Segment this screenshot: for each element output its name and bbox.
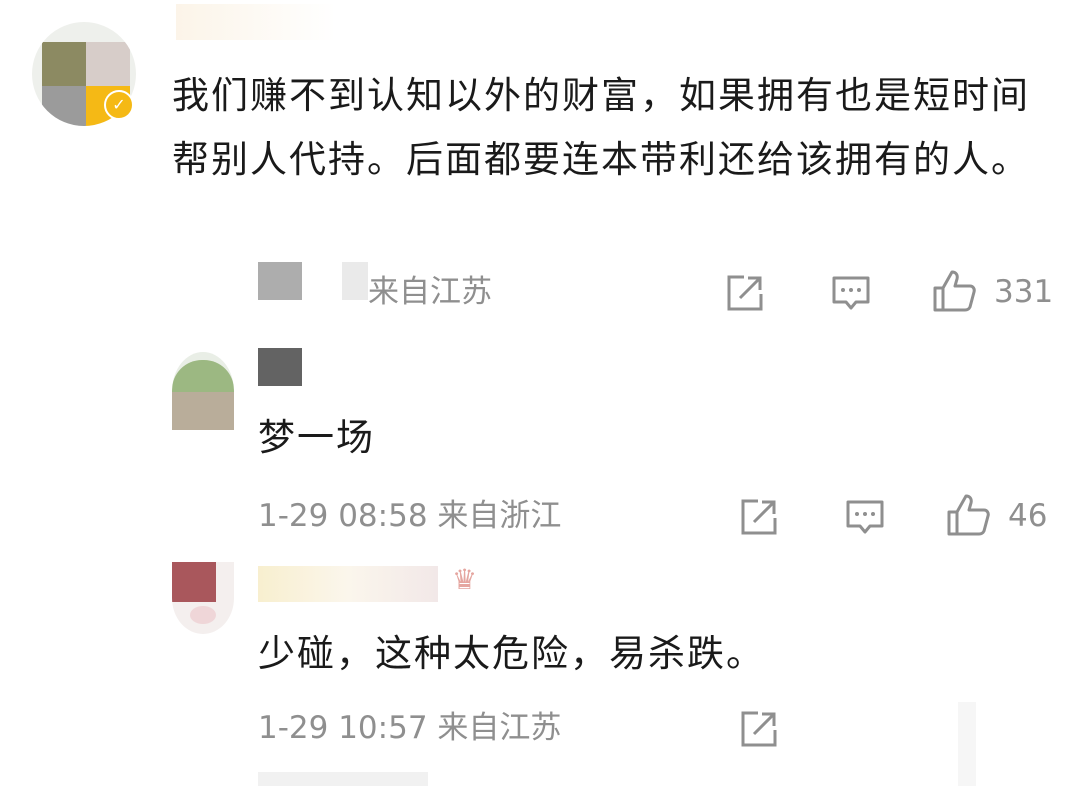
comment-text: 梦一场 [258,416,375,459]
like-button[interactable] [946,492,992,538]
comment-button[interactable] [830,272,872,314]
comment-text: 我们赚不到认知以外的财富，如果拥有也是短时间帮别人代持。后面都要连本带利还给该拥… [172,74,1030,181]
avatar[interactable] [172,562,234,634]
username-blurred[interactable] [176,4,336,40]
username-blurred[interactable] [258,348,302,386]
crown-icon: ♛ [452,563,478,596]
comment-meta: 1-29 10:57 来自江苏 [258,710,562,746]
like-button[interactable] [932,268,978,314]
comment-meta: 1-29 08:58 来自浙江 [258,498,562,534]
comment-meta: 来自江苏 [368,274,492,310]
comment-icon [832,276,870,310]
blurred-region [342,262,368,300]
comment-text: 少碰，这种太危险，易杀跌。 [258,632,765,675]
like-icon [933,270,976,312]
blurred-region [958,702,976,786]
username-blurred[interactable] [258,566,438,602]
comment-thread: ✓ 我们赚不到认知以外的财富，如果拥有也是短时间帮别人代持。后面都要连本带利还给… [0,0,1080,786]
comment-icon [846,500,884,534]
share-icon [727,275,763,311]
comment-button[interactable] [844,496,886,538]
blurred-region [258,262,302,300]
verified-badge-icon: ✓ [104,90,134,120]
share-icon [741,711,777,747]
share-button[interactable] [724,272,766,314]
share-button[interactable] [738,496,780,538]
share-button[interactable] [738,708,780,750]
like-count: 46 [1008,498,1048,534]
share-icon [741,499,777,535]
avatar[interactable] [172,352,234,430]
blurred-region [258,772,428,786]
like-icon [947,494,990,536]
like-count: 331 [994,274,1054,310]
